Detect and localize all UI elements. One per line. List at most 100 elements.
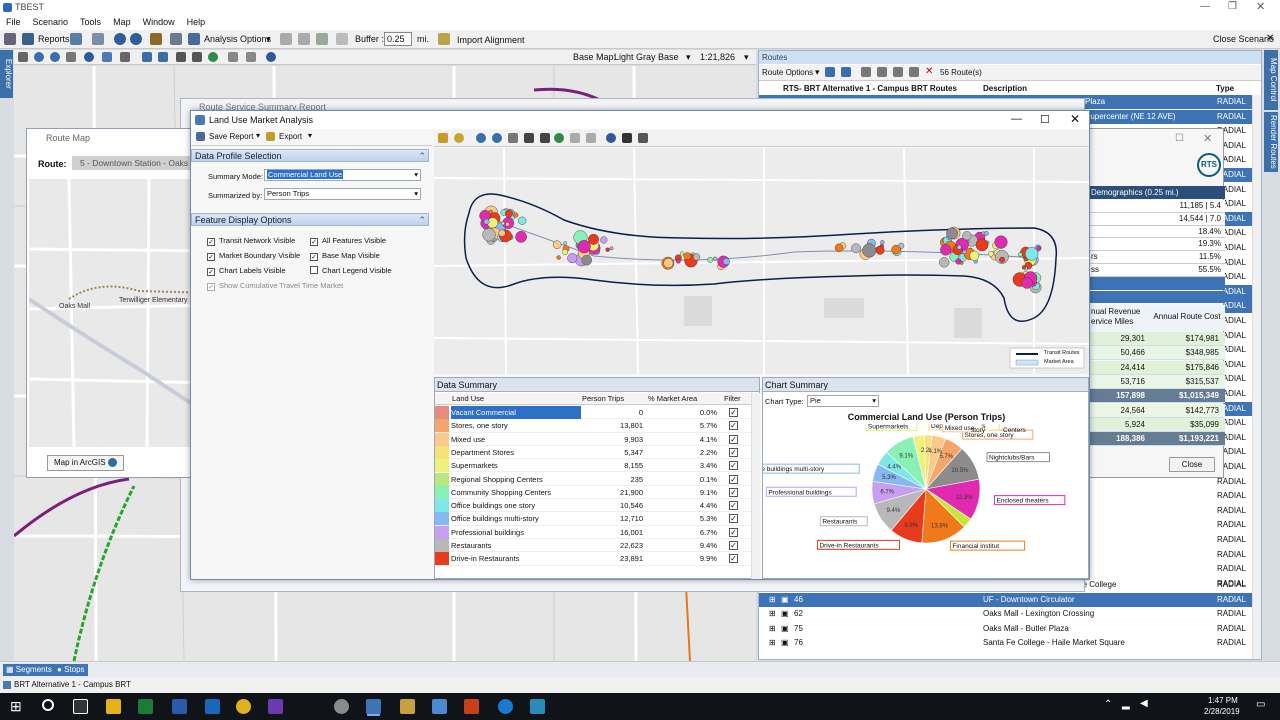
data-row[interactable]: Mixed use 9,903 4.1% ✓ <box>435 432 751 446</box>
checkbox-2[interactable]: ✓ Market Boundary Visible <box>207 250 300 261</box>
map-measure-icon[interactable] <box>638 133 648 143</box>
data-profile-section[interactable]: Data Profile Selection ⌃ <box>191 149 429 162</box>
zoom-out-icon[interactable] <box>50 52 60 62</box>
map-fixed-zoom-in-icon[interactable] <box>524 133 534 143</box>
edge-icon[interactable] <box>498 699 513 714</box>
clock-time[interactable]: 1:47 PM <box>1208 696 1238 705</box>
checkbox-1[interactable]: ✓ All Features Visible <box>310 235 386 246</box>
app-icon-12[interactable] <box>432 699 447 714</box>
open-folder-icon[interactable] <box>438 133 448 143</box>
export-map-icon[interactable] <box>246 52 256 62</box>
pencil-icon[interactable] <box>336 33 348 45</box>
col-filter[interactable]: Filter <box>724 393 741 405</box>
chevron-down-icon[interactable]: ▾ <box>266 34 271 45</box>
menu-help[interactable]: Help <box>181 15 212 30</box>
filter-checkbox[interactable]: ✓ <box>729 447 738 457</box>
column-type[interactable]: Type <box>1216 82 1234 95</box>
scale-chevron-icon[interactable]: ▾ <box>744 52 749 63</box>
route-row[interactable]: ⊞ ▣ 76 Santa Fe College - Haile Market Squa… <box>759 636 1252 650</box>
app-icon-11[interactable] <box>400 699 415 714</box>
chart-type-select[interactable]: Pie ▾ <box>807 395 879 407</box>
routes-scrollbar[interactable] <box>1252 95 1261 659</box>
back-icon[interactable] <box>142 52 152 62</box>
filter-checkbox[interactable]: ✓ <box>729 541 738 550</box>
select-icon[interactable] <box>102 52 112 62</box>
extent-icon[interactable] <box>192 52 202 62</box>
route-options-button[interactable]: Route Options <box>762 68 813 77</box>
map-find-icon[interactable] <box>622 133 632 143</box>
delete-route-icon[interactable]: ✕ <box>925 66 933 77</box>
route-tool-icon-5[interactable] <box>893 67 903 77</box>
search-icon[interactable] <box>42 699 54 711</box>
checkbox-mark[interactable]: ✓ <box>207 283 215 291</box>
menu-map[interactable]: Map <box>107 15 137 30</box>
map-forward-icon[interactable] <box>586 133 596 143</box>
menu-scenario[interactable]: Scenario <box>27 15 75 30</box>
report-close-icon[interactable]: ✕ <box>1203 132 1212 145</box>
checkbox-4[interactable]: ✓ Chart Labels Visible <box>207 265 286 276</box>
map-in-arcgis-button[interactable]: Map in ArcGIS <box>47 455 124 471</box>
scenario-row[interactable]: RTS- BRT Alternative 1 - Campus BRT Rout… <box>761 82 1261 95</box>
expand-icon[interactable]: ⊞ <box>769 636 776 650</box>
data-row[interactable]: Office buildings multi-story 12,710 5.3% ✓ <box>435 512 751 526</box>
volume-icon[interactable]: ◀ <box>1140 698 1148 709</box>
map-zoom-in-icon[interactable] <box>476 133 486 143</box>
checkbox-mark[interactable]: ✓ <box>310 238 318 246</box>
report-dropdown-icon[interactable] <box>70 33 82 45</box>
alignment-icon[interactable] <box>438 33 450 45</box>
basemap-chevron-icon[interactable]: ▾ <box>686 52 691 63</box>
measure-icon[interactable] <box>120 52 130 62</box>
map-identify-icon[interactable] <box>606 133 616 143</box>
checkbox-mark[interactable]: ✓ <box>207 253 215 261</box>
filter-checkbox[interactable]: ✓ <box>729 434 738 444</box>
tray-chevron-icon[interactable]: ⌃ <box>1104 699 1112 710</box>
filter-checkbox[interactable]: ✓ <box>729 421 738 431</box>
data-row[interactable]: Vacant Commercial 0 0.0% ✓ <box>435 406 751 420</box>
filter-checkbox[interactable]: ✓ <box>729 461 738 471</box>
reports-button[interactable]: Reports <box>38 34 70 44</box>
filter-checkbox[interactable]: ✓ <box>729 474 738 484</box>
print-icon[interactable] <box>228 52 238 62</box>
basemap-select[interactable]: Light Gray Base <box>614 52 679 62</box>
visual-studio-icon[interactable] <box>268 699 283 714</box>
checkbox-mark[interactable]: ✓ <box>207 268 215 276</box>
render-routes-side-tab[interactable]: Render Routes <box>1264 112 1278 172</box>
restore-icon[interactable]: ❐ <box>1228 1 1237 12</box>
route-options-chevron-icon[interactable]: ▾ <box>815 67 820 78</box>
report-restore-icon[interactable]: ☐ <box>1175 133 1184 144</box>
summarized-by-select[interactable]: Person Trips ▾ <box>264 188 421 200</box>
save-report-chevron-icon[interactable]: ▾ <box>256 131 260 140</box>
summary-mode-select[interactable]: Commercial Land Use ▾ <box>264 169 421 181</box>
binoculars-icon[interactable] <box>22 33 34 45</box>
add-layer-icon[interactable] <box>454 133 464 143</box>
map-pan-icon[interactable] <box>508 133 518 143</box>
buffer-input[interactable]: 0.25 <box>384 32 412 46</box>
grid-icon[interactable] <box>170 33 182 45</box>
filter-checkbox[interactable]: ✓ <box>729 527 738 537</box>
data-row[interactable]: Community Shopping Centers 21,900 9.1% ✓ <box>435 485 751 500</box>
word-icon[interactable] <box>172 699 187 714</box>
column-description[interactable]: Description <box>983 82 1027 95</box>
filter-checkbox[interactable]: ✓ <box>729 487 738 497</box>
data-summary-scrollbar[interactable] <box>751 393 760 579</box>
data-row[interactable]: Drive-in Restaurants 23,891 9.9% ✓ <box>435 552 751 566</box>
dialog-maximize-icon[interactable]: ☐ <box>1040 113 1050 126</box>
pointer-icon[interactable] <box>18 52 28 62</box>
map-back-icon[interactable] <box>570 133 580 143</box>
layers-icon[interactable] <box>92 33 104 45</box>
filter-checkbox[interactable]: ✓ <box>729 514 738 524</box>
globe-map-icon[interactable] <box>208 52 218 62</box>
checkbox-5[interactable]: Chart Legend Visible <box>310 265 392 276</box>
zoom-in-icon[interactable] <box>34 52 44 62</box>
collapse-icon[interactable]: ⌃ <box>418 150 426 163</box>
export-chevron-icon[interactable]: ▾ <box>308 131 312 140</box>
pan-icon[interactable] <box>66 52 76 62</box>
export-button[interactable]: Export <box>279 132 302 141</box>
notifications-icon[interactable]: ▭ <box>1256 699 1265 710</box>
task-view-icon[interactable] <box>73 699 88 714</box>
search-map-icon[interactable] <box>266 52 276 62</box>
map-scale[interactable]: 1:21,826 <box>700 52 735 62</box>
route-tool-icon-2[interactable] <box>841 67 851 77</box>
stops-tab[interactable]: ● Stops <box>54 664 88 676</box>
pie-chart[interactable]: 5.7%Stores, one story10.5%Nightclubs/Bar… <box>763 424 1090 580</box>
